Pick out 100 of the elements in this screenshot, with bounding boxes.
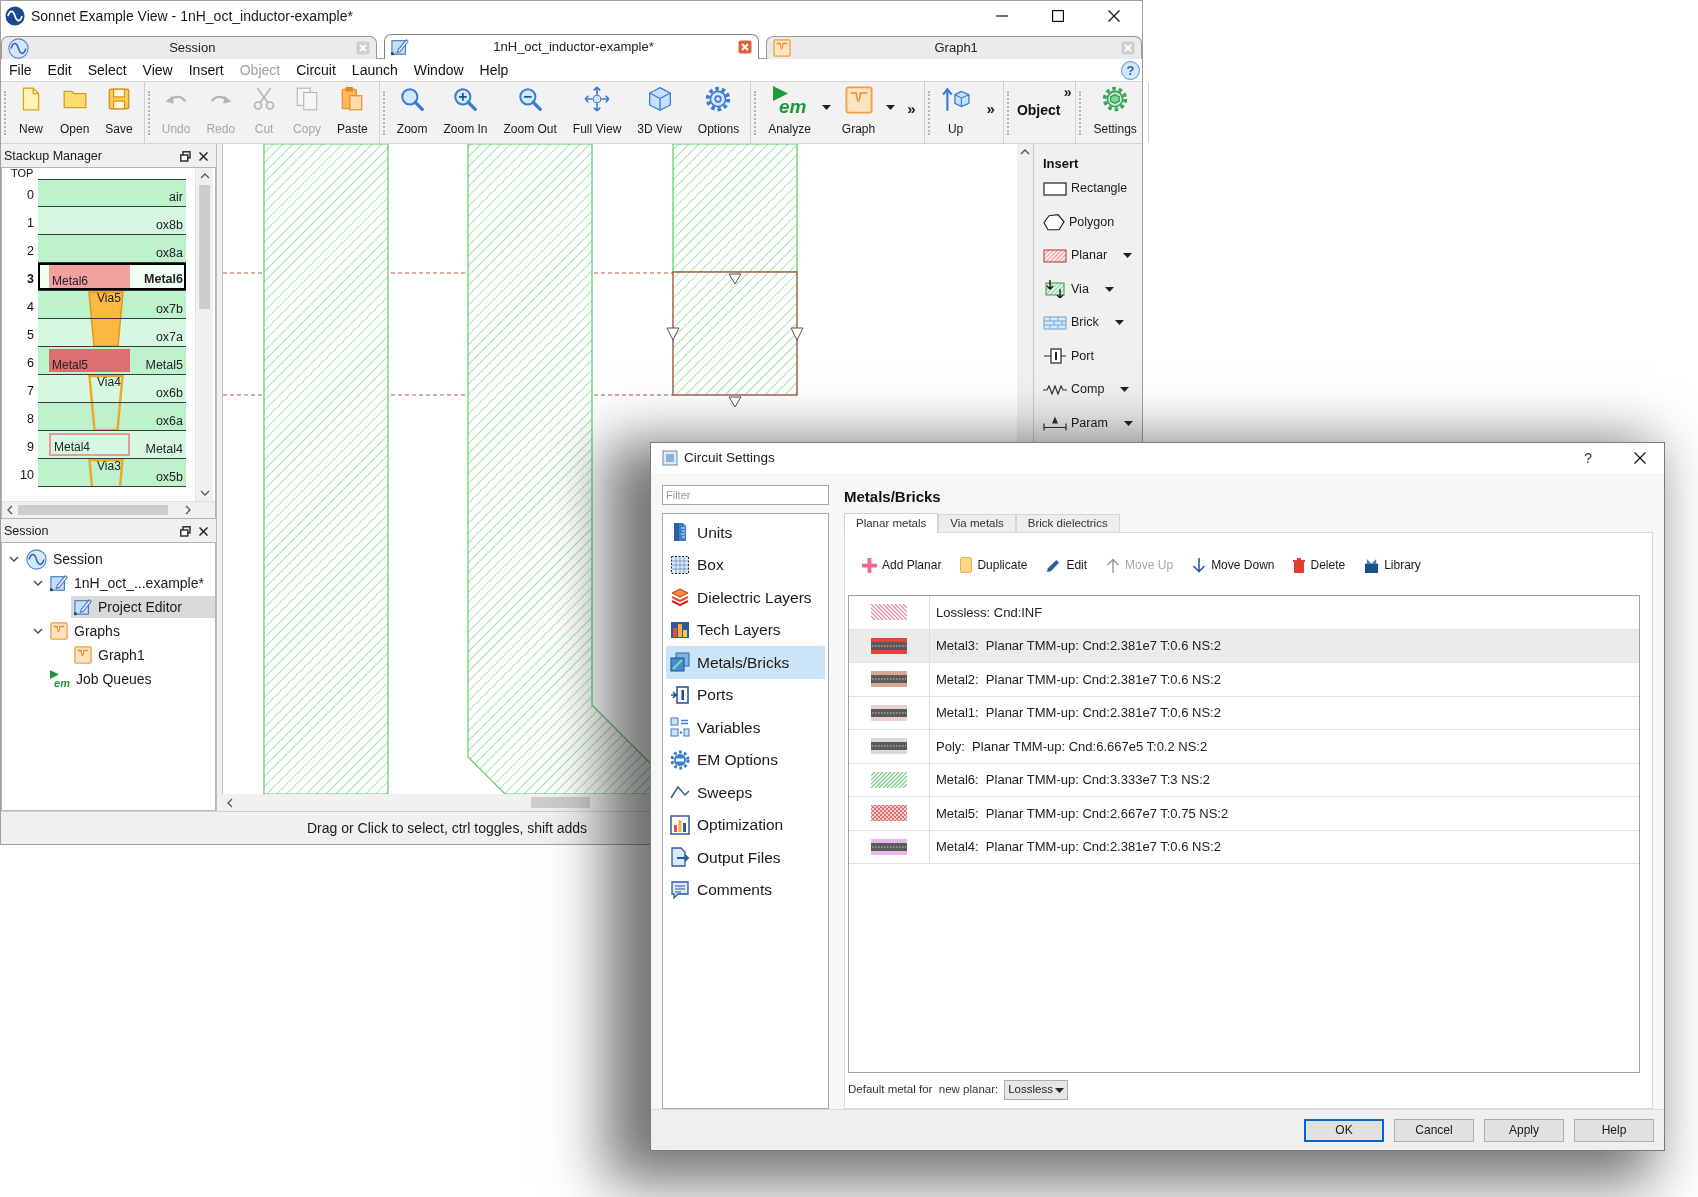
nav-item[interactable]: Sweeps bbox=[666, 776, 825, 809]
zoom-button[interactable]: Zoom bbox=[388, 82, 436, 140]
layer-band[interactable]: Metal5 Metal5 bbox=[38, 347, 186, 375]
rectangle-tool[interactable]: Rectangle bbox=[1043, 172, 1142, 206]
nav-item[interactable]: Comments bbox=[666, 873, 825, 906]
layer-band[interactable]: ox8a bbox=[38, 235, 186, 263]
close-icon[interactable] bbox=[1108, 10, 1120, 22]
dropdown-caret-icon[interactable] bbox=[821, 105, 831, 110]
scroll-left-icon[interactable] bbox=[7, 505, 13, 515]
metal-row[interactable]: Metal2: Planar TMM-up: Cnd:2.381e7 T:0.6 NS:2 bbox=[849, 663, 1639, 697]
chevron-down-icon[interactable] bbox=[33, 580, 43, 586]
graph-button[interactable]: Graph bbox=[833, 82, 884, 140]
up-button[interactable]: Up bbox=[933, 82, 978, 140]
port-tool[interactable]: Port bbox=[1043, 339, 1142, 373]
delete-button[interactable]: Delete bbox=[1293, 556, 1346, 574]
scrollbar-thumb[interactable] bbox=[531, 797, 590, 808]
help-button[interactable]: ? bbox=[1121, 60, 1140, 80]
open-button[interactable]: Open bbox=[52, 82, 98, 140]
nav-item[interactable]: Ports bbox=[666, 678, 825, 711]
metal-row[interactable]: Lossless: Cnd:INF bbox=[849, 596, 1639, 630]
document-tab[interactable]: 1nH_oct_inductor-example* bbox=[383, 34, 760, 59]
chevron-down-icon[interactable] bbox=[33, 628, 43, 634]
menu-item[interactable]: Window bbox=[405, 60, 472, 80]
menu-item[interactable]: Circuit bbox=[288, 60, 344, 80]
layer-band[interactable]: Metal4 Metal4 bbox=[38, 431, 186, 459]
document-tab[interactable]: Graph1 bbox=[766, 36, 1142, 59]
duplicate-button[interactable]: Duplicate bbox=[960, 556, 1028, 574]
settings-tab[interactable]: Planar metals bbox=[844, 513, 939, 533]
menu-item[interactable]: Help bbox=[471, 60, 517, 80]
full-view-button[interactable]: Full View bbox=[564, 82, 630, 140]
layer-band[interactable]: ox7a bbox=[38, 319, 186, 347]
overflow-chevron[interactable]: » bbox=[981, 98, 1000, 127]
dropdown-caret-icon[interactable] bbox=[1114, 320, 1124, 326]
tree-item[interactable]: Session bbox=[23, 548, 111, 570]
dropdown-caret-icon[interactable] bbox=[1123, 420, 1133, 426]
layer-band[interactable]: Metal6 Metal6 bbox=[38, 263, 186, 291]
nav-item[interactable]: EM Options bbox=[666, 743, 825, 776]
metal-row[interactable]: Metal6: Planar TMM-up: Cnd:3.333e7 T:3 NS:2 bbox=[849, 763, 1639, 797]
dropdown-caret-icon[interactable] bbox=[1104, 286, 1114, 292]
dialog-button[interactable]: Apply bbox=[1484, 1118, 1564, 1142]
move-down-button[interactable]: Move Down bbox=[1192, 556, 1275, 574]
dialog-button[interactable]: OK bbox=[1304, 1118, 1384, 1142]
layer-band[interactable]: ox6a bbox=[38, 403, 186, 431]
maximize-icon[interactable] bbox=[1052, 10, 1064, 22]
tree-item[interactable]: Project Editor bbox=[71, 596, 215, 618]
dropdown-caret-icon[interactable] bbox=[1123, 253, 1133, 259]
metal-row[interactable]: Poly: Planar TMM-up: Cnd:6.667e5 T:0.2 NS:2 bbox=[849, 730, 1639, 764]
layer-band[interactable]: air bbox=[38, 179, 186, 207]
scrollbar-thumb[interactable] bbox=[18, 505, 168, 515]
menu-item[interactable]: Launch bbox=[343, 60, 406, 80]
analyze-button[interactable]: em Analyze bbox=[760, 82, 819, 140]
library-button[interactable]: Library bbox=[1364, 556, 1421, 574]
nav-item[interactable]: Metals/Bricks bbox=[666, 646, 825, 679]
tree-item[interactable]: em Job Queues bbox=[47, 668, 160, 690]
scroll-left-icon[interactable] bbox=[227, 797, 233, 808]
scroll-up-icon[interactable] bbox=[199, 173, 210, 179]
param-tool[interactable]: Param bbox=[1043, 406, 1142, 440]
dropdown-caret-icon[interactable] bbox=[1120, 387, 1130, 393]
scroll-up-icon[interactable] bbox=[1020, 149, 1030, 155]
polygon-tool[interactable]: Polygon bbox=[1043, 205, 1142, 239]
layer-band[interactable]: ox6b Via4 bbox=[38, 375, 186, 403]
nav-item[interactable]: Variables bbox=[666, 711, 825, 744]
layer-band[interactable]: ox7b Via5 bbox=[38, 291, 186, 319]
new-button[interactable]: New bbox=[10, 82, 52, 140]
filter-field[interactable]: Filter bbox=[662, 485, 829, 505]
metal-row[interactable]: Metal5: Planar TMM-up: Cnd:2.667e7 T:0.75 NS:2 bbox=[849, 797, 1639, 831]
metal-row[interactable]: Metal1: Planar TMM-up: Cnd:2.381e7 T:0.6 NS:2 bbox=[849, 696, 1639, 730]
menu-item[interactable]: File bbox=[1, 60, 40, 80]
nav-item[interactable]: Dielectric Layers bbox=[666, 581, 825, 614]
scroll-down-icon[interactable] bbox=[199, 490, 210, 496]
zoom-in-button[interactable]: Zoom In bbox=[435, 82, 496, 140]
tree-item[interactable]: Graph1 bbox=[71, 644, 153, 666]
add-button[interactable]: Add Planar bbox=[862, 556, 942, 574]
planar-tool[interactable]: Planar bbox=[1043, 239, 1142, 273]
tree-item[interactable]: 1nH_oct_...example* bbox=[47, 572, 212, 594]
scrollbar-thumb[interactable] bbox=[199, 185, 210, 309]
settings-button[interactable]: Settings bbox=[1085, 82, 1145, 140]
settings-tab[interactable]: Brick dielectrics bbox=[1015, 514, 1120, 532]
metal-row[interactable]: Metal3: Planar TMM-up: Cnd:2.381e7 T:0.6 NS:2 bbox=[849, 629, 1639, 663]
dialog-button[interactable]: Cancel bbox=[1394, 1118, 1474, 1142]
nav-item[interactable]: Units bbox=[666, 516, 825, 549]
help-button[interactable]: ? bbox=[1584, 447, 1592, 469]
settings-tab[interactable]: Via metals bbox=[938, 514, 1016, 532]
zoom-out-button[interactable]: Zoom Out bbox=[495, 82, 565, 140]
menu-item[interactable]: Edit bbox=[39, 60, 80, 80]
nav-item[interactable]: Tech Layers bbox=[666, 613, 825, 646]
nav-item[interactable]: Box bbox=[666, 548, 825, 581]
metal-dropdown[interactable]: Lossless bbox=[1004, 1080, 1069, 1100]
layer-band[interactable]: ox5b Via3 bbox=[38, 459, 186, 487]
document-tab[interactable]: Session bbox=[1, 36, 377, 59]
chevron-down-icon[interactable] bbox=[9, 556, 19, 562]
tree-item[interactable]: Graphs bbox=[47, 620, 128, 642]
paste-button[interactable]: Paste bbox=[329, 82, 376, 140]
via-tool[interactable]: Via bbox=[1043, 272, 1142, 306]
close-icon[interactable] bbox=[199, 527, 208, 536]
float-icon[interactable] bbox=[180, 526, 191, 537]
menu-item[interactable]: Select bbox=[79, 60, 135, 80]
overflow-chevron[interactable]: » bbox=[902, 98, 921, 127]
view-3d-button[interactable]: 3D View bbox=[629, 82, 690, 140]
float-icon[interactable] bbox=[180, 151, 191, 162]
